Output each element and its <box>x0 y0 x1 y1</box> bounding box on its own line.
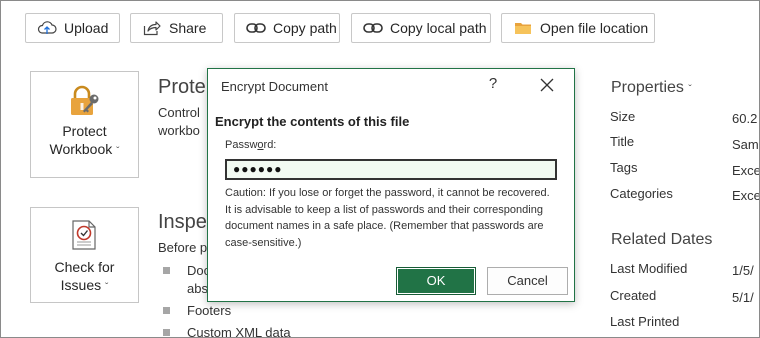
inspect-item-text: Footers <box>187 303 232 318</box>
protect-workbook-button[interactable]: Protect Workbook ˇ <box>30 71 139 178</box>
issues-label-issues: Issues <box>60 277 102 293</box>
copy-local-path-button[interactable]: Copy local path <box>351 13 491 43</box>
inspect-desc: Before p <box>158 240 208 255</box>
properties-heading[interactable]: Properties ˇ <box>611 79 692 97</box>
chevron-down-icon: ˇ <box>105 282 109 293</box>
date-label: Created <box>610 288 657 303</box>
inspect-document-icon <box>69 218 101 252</box>
dialog-heading: Encrypt the contents of this file <box>215 114 410 129</box>
chevron-down-icon: ˇ <box>688 84 692 95</box>
upload-label: Upload <box>64 20 109 36</box>
property-value[interactable]: Exce <box>732 163 759 178</box>
property-label: Tags <box>610 160 638 175</box>
folder-icon <box>512 20 534 36</box>
password-input[interactable]: ●●●●●● <box>225 159 557 180</box>
property-label: Categories <box>610 186 673 201</box>
property-label: Title <box>610 134 635 149</box>
bullet-icon <box>163 307 170 314</box>
caution-text: Caution: If you lose or forget the passw… <box>225 187 550 249</box>
upload-button[interactable]: Upload <box>25 13 120 43</box>
open-file-location-button[interactable]: Open file location <box>501 13 655 43</box>
properties-heading-label: Properties <box>611 79 684 96</box>
protect-label-workbook: Workbook <box>49 141 113 157</box>
bullet-icon <box>163 267 170 274</box>
share-icon <box>141 20 163 36</box>
copy-path-label: Copy path <box>273 20 337 36</box>
date-value: 5/1/ <box>732 290 754 305</box>
share-label: Share <box>169 20 207 36</box>
copy-path-button[interactable]: Copy path <box>234 13 340 43</box>
inspect-title: Inspe <box>158 211 207 233</box>
bullet-icon <box>163 329 170 336</box>
protect-label-line1: Protect <box>62 123 107 139</box>
copy-local-path-label: Copy local path <box>390 20 487 36</box>
ok-button[interactable]: OK <box>396 267 476 295</box>
close-button[interactable] <box>538 76 556 94</box>
related-dates-heading: Related Dates <box>611 231 713 248</box>
lock-key-icon <box>67 84 103 120</box>
property-label: Size <box>610 109 636 124</box>
property-value: 60.2 <box>732 111 758 126</box>
check-for-issues-button[interactable]: Check for Issues ˇ <box>30 207 139 303</box>
protect-desc-line2: workbo <box>158 123 200 138</box>
inspect-item-text: abs <box>187 281 208 296</box>
close-icon <box>540 78 554 92</box>
chevron-down-icon: ˇ <box>116 146 120 157</box>
cancel-button[interactable]: Cancel <box>487 267 568 295</box>
cloud-upload-icon <box>36 20 58 36</box>
protect-desc-line1: Control <box>158 105 200 120</box>
dialog-title: Encrypt Document <box>221 79 328 94</box>
property-value[interactable]: Sam <box>732 137 759 152</box>
inspect-item-text: Custom XML data <box>187 325 291 338</box>
link-icon <box>362 20 384 36</box>
property-value[interactable]: Exce <box>732 188 759 203</box>
protect-label-line2: Workbook ˇ <box>31 140 138 161</box>
issues-label-line1: Check for <box>54 259 115 275</box>
issues-label-line2: Issues ˇ <box>31 276 138 297</box>
date-label: Last Modified <box>610 261 688 276</box>
encrypt-document-dialog: Encrypt Document ? Encrypt the contents … <box>207 68 575 302</box>
link-icon <box>245 20 267 36</box>
password-label-part: rd: <box>263 139 277 151</box>
share-button[interactable]: Share <box>130 13 223 43</box>
password-label-part: Passw <box>225 139 258 151</box>
help-button[interactable]: ? <box>486 75 500 95</box>
open-file-location-label: Open file location <box>540 20 649 36</box>
date-label: Last Printed <box>610 314 680 329</box>
date-value: 1/5/ <box>732 263 754 278</box>
backstage-info-page: Upload Share Copy path Copy local path O… <box>0 0 760 338</box>
protect-title: Prote <box>158 76 206 98</box>
password-label: Password: <box>225 139 276 151</box>
